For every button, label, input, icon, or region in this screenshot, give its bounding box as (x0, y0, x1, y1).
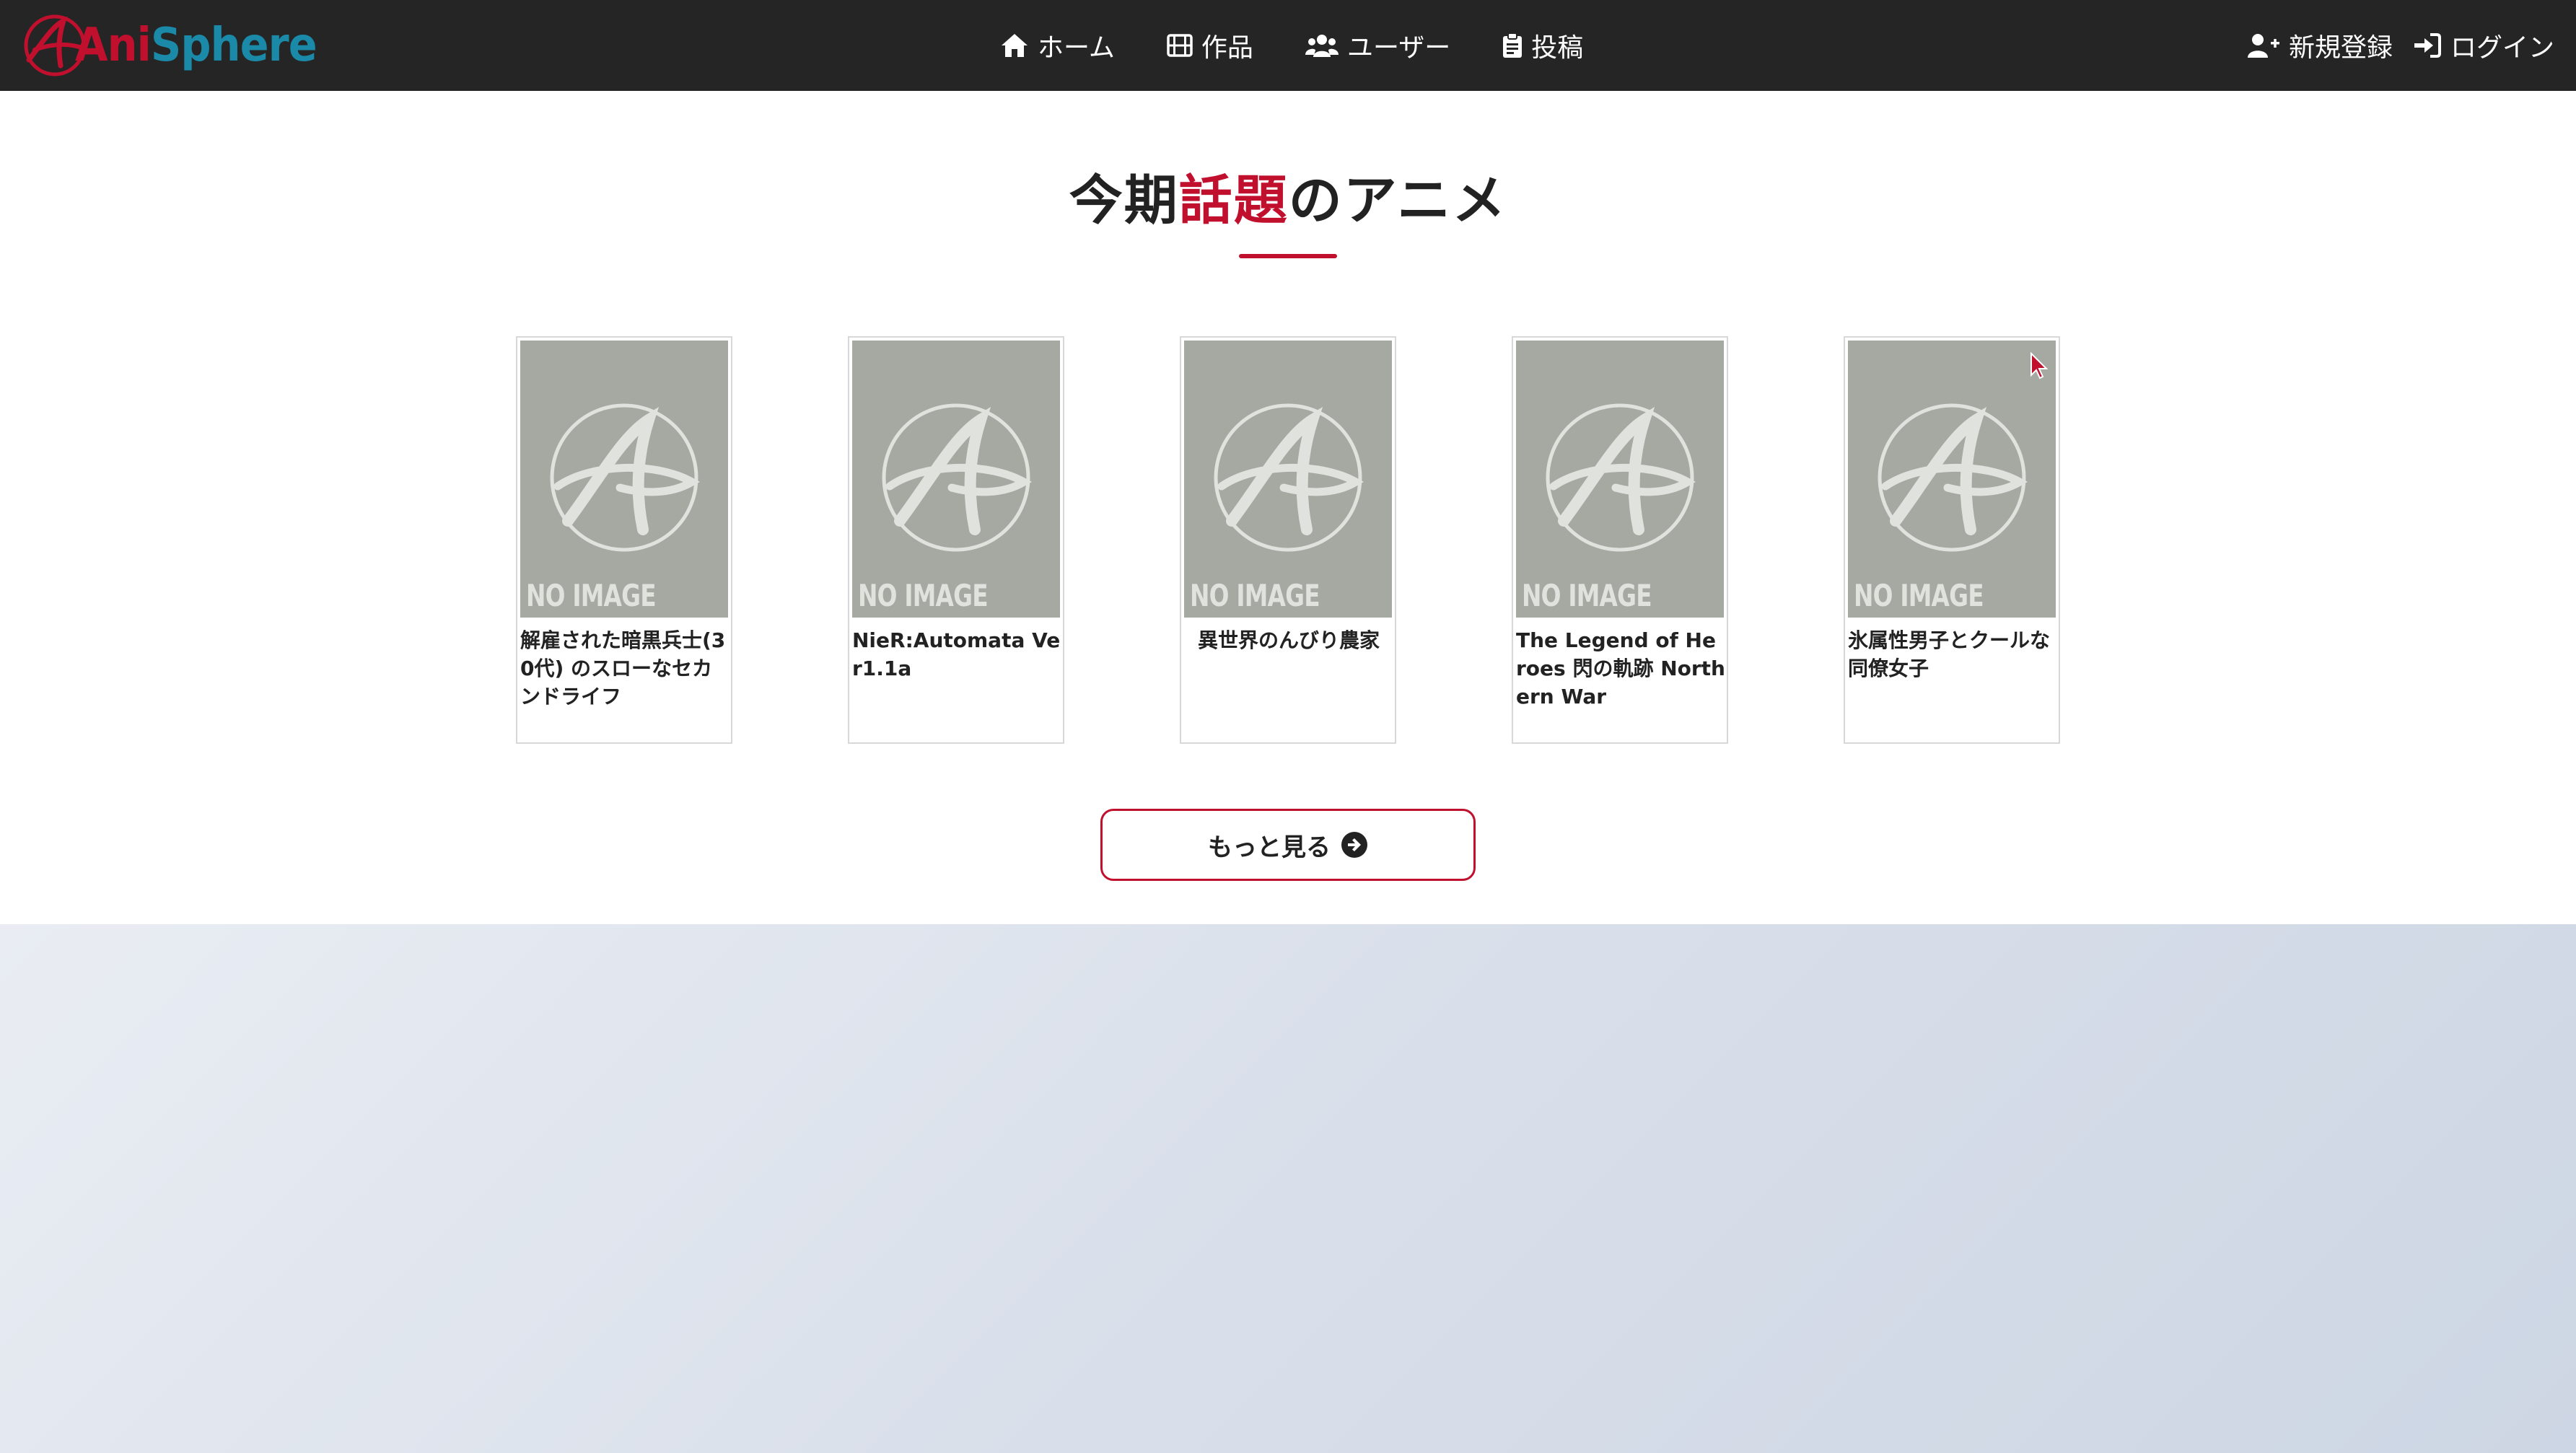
nav-item-users-label: ユーザー (1346, 33, 1451, 63)
title-underline (1239, 254, 1337, 258)
auth-nav: 新規登録 ログイン (2227, 0, 2554, 91)
film-icon (1167, 34, 1193, 57)
section-title-pre: 今期 (1069, 170, 1179, 232)
trending-anime-section: 今期話題のアニメ NO IMAGE 解雇された暗黒兵士(30代) のスローなセカ… (0, 91, 2576, 924)
signup-link[interactable]: 新規登録 (2227, 0, 2393, 91)
no-image-text: NO IMAGE (526, 578, 657, 613)
lower-content-area (0, 924, 2576, 1453)
anime-card-title: 異世界のんびり農家 (1197, 628, 1380, 652)
brand-name-ani: Ani (75, 19, 152, 72)
no-image-text: NO IMAGE (858, 578, 989, 613)
signup-label: 新規登録 (2288, 33, 2393, 63)
users-icon (1305, 35, 1339, 57)
login-link[interactable]: ログイン (2393, 0, 2554, 91)
no-image-text: NO IMAGE (1522, 578, 1652, 613)
no-image-placeholder: NO IMAGE (1516, 341, 1724, 618)
anime-card[interactable]: NO IMAGE 氷属性男子とクールな同僚女子 (1844, 336, 2060, 744)
anime-card-title: NieR:Automata Ver1.1a (852, 628, 1061, 680)
mouse-cursor-icon (2030, 352, 2049, 379)
nav-item-post-label: 投稿 (1531, 33, 1584, 63)
user-plus-icon (2247, 34, 2279, 58)
anime-card-title: The Legend of Heroes 閃の軌跡 Northern War (1516, 628, 1725, 708)
nav-item-home[interactable]: ホーム (974, 0, 1141, 91)
anime-card[interactable]: NO IMAGE The Legend of Heroes 閃の軌跡 North… (1512, 336, 1728, 744)
see-more-button[interactable]: もっと見る (1100, 809, 1476, 881)
no-image-placeholder: NO IMAGE (520, 341, 728, 618)
sign-in-icon (2414, 33, 2441, 58)
no-image-placeholder: NO IMAGE (1184, 341, 1392, 618)
section-title: 今期話題のアニメ (0, 169, 2576, 233)
anime-card-title: 解雇された暗黒兵士(30代) のスローなセカンドライフ (520, 628, 726, 708)
see-more-label: もっと見る (1208, 833, 1331, 862)
brand-name: AniSphere (75, 22, 317, 69)
no-image-placeholder: NO IMAGE (852, 341, 1060, 618)
no-image-placeholder: NO IMAGE (1848, 341, 2056, 618)
anime-card[interactable]: NO IMAGE 異世界のんびり農家 (1180, 336, 1396, 744)
section-title-highlight: 話題 (1178, 170, 1289, 232)
login-label: ログイン (2450, 33, 2554, 63)
anisphere-emblem-icon (882, 403, 1032, 552)
nav-item-users[interactable]: ユーザー (1279, 0, 1476, 91)
anisphere-emblem-icon (1878, 403, 2028, 552)
section-title-post: のアニメ (1288, 170, 1507, 232)
anisphere-emblem-icon (550, 403, 700, 552)
nav-item-home-label: ホーム (1038, 33, 1115, 63)
anime-card[interactable]: NO IMAGE NieR:Automata Ver1.1a (848, 336, 1064, 744)
no-image-text: NO IMAGE (1854, 578, 1984, 613)
brand-name-sphere: Sphere (150, 19, 317, 72)
main-nav: ホーム 作品 ユーザー 投稿 (974, 0, 1609, 91)
nav-item-works-label: 作品 (1201, 33, 1253, 63)
anime-card[interactable]: NO IMAGE 解雇された暗黒兵士(30代) のスローなセカンドライフ (516, 336, 732, 744)
no-image-text: NO IMAGE (1190, 578, 1320, 613)
nav-item-post[interactable]: 投稿 (1476, 0, 1609, 91)
top-navbar: AniSphere ホーム 作品 ユーザー 投稿 新規登録 ログイン (0, 0, 2576, 91)
clipboard-icon (1503, 32, 1523, 58)
brand-logo[interactable]: AniSphere (22, 10, 338, 81)
nav-item-works[interactable]: 作品 (1141, 0, 1279, 91)
anisphere-emblem-icon (1546, 403, 1696, 552)
anime-card-title: 氷属性男子とクールな同僚女子 (1848, 628, 2051, 680)
home-icon (1002, 34, 1028, 57)
anisphere-emblem-icon (1214, 403, 1364, 552)
arrow-circle-right-icon (1341, 832, 1367, 858)
